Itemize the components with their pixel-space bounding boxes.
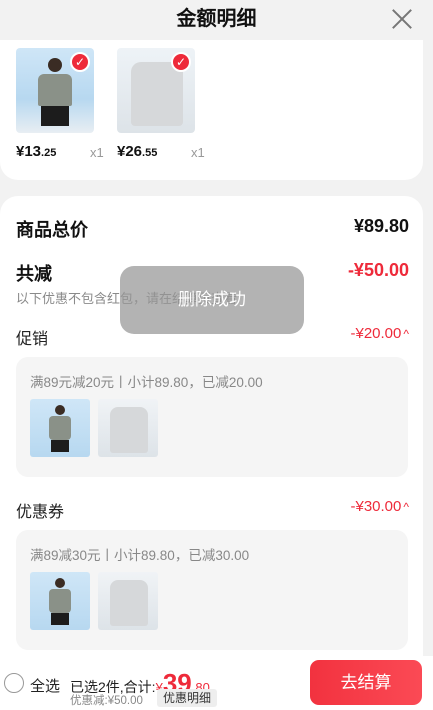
- chevron-up-icon: ^: [403, 500, 409, 514]
- discount-value: -¥50.00: [347, 260, 409, 280]
- header: 金额明细: [0, 0, 433, 40]
- selected-check-icon[interactable]: ✓: [70, 52, 90, 72]
- page-title: 金额明细: [176, 8, 257, 30]
- product-image: ✓: [117, 48, 195, 133]
- selected-check-icon[interactable]: ✓: [171, 52, 191, 72]
- coupon-row[interactable]: 优惠券 -¥30.00 ^: [16, 498, 409, 522]
- total-value: ¥89.80: [353, 216, 409, 236]
- product-thumbnail: [98, 572, 158, 630]
- product-price: ¥26.55: [117, 143, 158, 160]
- total-row: 商品总价 ¥89.80: [16, 216, 409, 242]
- product-card: ✓ ¥13.25 x1 ✓ ¥26.55 x1: [0, 40, 423, 180]
- product-thumbnail: [30, 399, 90, 457]
- promo-label: 促销: [16, 331, 49, 348]
- product-price: ¥13.25: [16, 143, 57, 160]
- product-quantity: x1: [191, 145, 205, 160]
- product-thumbnail: [30, 572, 90, 630]
- coupon-value[interactable]: -¥30.00 ^: [350, 498, 409, 515]
- discount-detail-button[interactable]: 优惠明细: [157, 689, 218, 707]
- amount-detail-card: 商品总价 ¥89.80 共减 -¥50.00 以下优惠不包含红包，请在结算页查看…: [0, 196, 423, 656]
- discount-label: 共减: [16, 264, 52, 284]
- coupon-label: 优惠券: [16, 504, 65, 521]
- product-image: ✓: [16, 48, 94, 133]
- jacket-image: [131, 62, 183, 126]
- promo-value[interactable]: -¥20.00 ^: [350, 325, 409, 342]
- tshirt-model-image: [38, 58, 72, 133]
- close-icon[interactable]: [389, 6, 415, 32]
- saved-amount: 优惠减:¥50.00: [70, 695, 143, 707]
- coupon-detail-box: 满89减30元丨小计89.80，已减30.00: [16, 530, 408, 650]
- select-all-radio[interactable]: [4, 673, 24, 693]
- select-all-label[interactable]: 全选: [30, 675, 60, 696]
- total-label: 商品总价: [16, 220, 88, 240]
- product-item[interactable]: ✓ ¥26.55 x1: [117, 48, 207, 160]
- product-quantity: x1: [90, 145, 104, 160]
- promo-description: 满89元减20元丨小计89.80，已减20.00: [30, 375, 263, 390]
- checkout-button[interactable]: 去结算: [310, 660, 422, 705]
- checkout-bar: 全选 已选2件,合计:¥39.80 优惠减:¥50.00 优惠明细 去结算: [0, 656, 433, 710]
- toast-message: 删除成功: [120, 266, 304, 334]
- product-item[interactable]: ✓ ¥13.25 x1: [16, 48, 106, 160]
- coupon-description: 满89减30元丨小计89.80，已减30.00: [30, 548, 250, 563]
- product-thumbnail: [98, 399, 158, 457]
- promo-detail-box: 满89元减20元丨小计89.80，已减20.00: [16, 357, 408, 477]
- chevron-up-icon: ^: [403, 327, 409, 341]
